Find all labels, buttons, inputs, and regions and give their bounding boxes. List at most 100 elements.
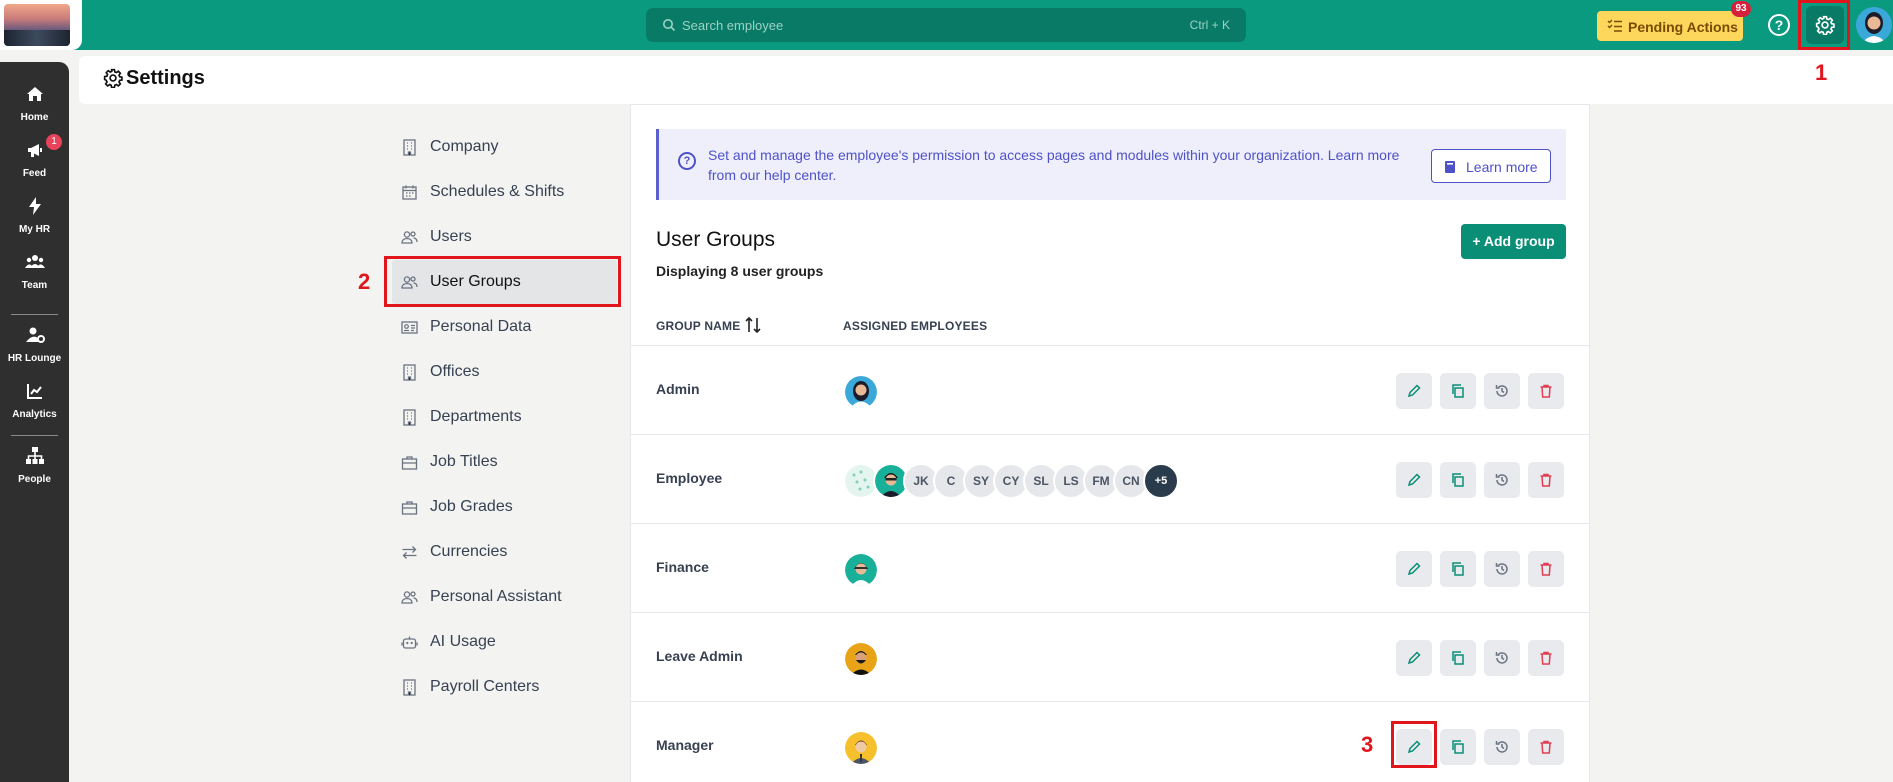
menu-item-personal-data[interactable]: Personal Data	[392, 305, 617, 349]
menu-item-job-titles[interactable]: Job Titles	[392, 440, 617, 484]
menu-item-company[interactable]: Company	[392, 125, 617, 169]
menu-item-label: Personal Assistant	[430, 588, 562, 605]
duplicate-button[interactable]	[1440, 640, 1476, 676]
history-button[interactable]	[1484, 373, 1520, 409]
edit-button[interactable]	[1396, 551, 1432, 587]
rail-item-hr-lounge[interactable]: HR Lounge	[0, 325, 69, 364]
rail-item-home[interactable]: Home	[0, 84, 69, 123]
id-card-icon	[401, 321, 418, 334]
avatar[interactable]	[843, 730, 879, 766]
edit-button[interactable]	[1396, 640, 1432, 676]
menu-item-users[interactable]: Users	[392, 215, 617, 259]
briefcase-icon	[401, 501, 418, 515]
table-row: Manager	[631, 701, 1589, 782]
menu-item-job-grades[interactable]: Job Grades	[392, 485, 617, 529]
history-button[interactable]	[1484, 551, 1520, 587]
help-icon[interactable]: ?	[1768, 14, 1790, 36]
menu-item-departments[interactable]: Departments	[392, 395, 617, 439]
rail-label: Team	[21, 280, 48, 291]
rail-item-my-hr[interactable]: My HR	[0, 196, 69, 235]
avatar[interactable]	[843, 374, 879, 410]
user-groups-panel: ? Set and manage the employee's permissi…	[630, 104, 1590, 782]
learn-more-button[interactable]: Learn more	[1431, 149, 1551, 183]
rail-label: Home	[20, 112, 49, 123]
rail-item-people[interactable]: People	[0, 446, 69, 485]
rail-item-feed[interactable]: Feed 1	[0, 134, 69, 179]
edit-button[interactable]	[1396, 462, 1432, 498]
menu-item-currencies[interactable]: Currencies	[392, 530, 617, 574]
calendar-icon	[402, 185, 417, 200]
duplicate-button[interactable]	[1440, 551, 1476, 587]
trash-icon	[1540, 740, 1552, 754]
search-placeholder: Search employee	[682, 18, 784, 33]
edit-button[interactable]	[1396, 373, 1432, 409]
group-count-text: Displaying 8 user groups	[656, 263, 824, 279]
column-header-group-name[interactable]: GROUP NAME	[656, 319, 740, 333]
delete-button[interactable]	[1528, 462, 1564, 498]
column-header-assigned: ASSIGNED EMPLOYEES	[843, 319, 988, 333]
avatar[interactable]	[843, 641, 879, 677]
annotation-number-1: 1	[1815, 60, 1828, 85]
users-icon	[401, 591, 418, 604]
rail-label: People	[18, 474, 51, 485]
sort-icon[interactable]	[744, 315, 762, 335]
menu-item-offices[interactable]: Offices	[392, 350, 617, 394]
menu-item-ai-usage[interactable]: AI Usage	[392, 620, 617, 664]
rail-item-analytics[interactable]: Analytics	[0, 381, 69, 420]
checklist-icon	[1607, 19, 1622, 32]
building-icon	[403, 679, 416, 696]
menu-item-label: Payroll Centers	[430, 678, 540, 695]
more-employees-badge[interactable]: +5	[1143, 463, 1179, 499]
menu-item-personal-assistant[interactable]: Personal Assistant	[392, 575, 617, 619]
team-icon	[24, 255, 45, 268]
menu-item-label: Departments	[430, 408, 522, 425]
history-button[interactable]	[1484, 640, 1520, 676]
copy-icon	[1452, 651, 1464, 665]
pending-actions-button[interactable]: Pending Actions	[1597, 11, 1743, 41]
menu-item-label: Currencies	[430, 543, 508, 560]
user-avatar[interactable]	[1856, 7, 1892, 43]
pencil-icon	[1407, 651, 1421, 665]
duplicate-button[interactable]	[1440, 729, 1476, 765]
annotation-box-3	[1391, 721, 1437, 768]
avatar[interactable]	[843, 552, 879, 588]
bolt-icon	[28, 197, 41, 215]
menu-item-label: Schedules & Shifts	[430, 183, 565, 200]
annotation-box-1	[1798, 0, 1850, 50]
group-name: Admin	[656, 381, 700, 397]
company-logo[interactable]	[0, 0, 82, 50]
table-row: Finance	[631, 523, 1589, 612]
gear-icon	[103, 68, 123, 88]
add-group-button[interactable]: + Add group	[1461, 224, 1566, 259]
delete-button[interactable]	[1528, 551, 1564, 587]
annotation-number-2: 2	[358, 269, 371, 294]
briefcase-icon	[401, 456, 418, 470]
trash-icon	[1540, 384, 1552, 398]
menu-item-label: Job Titles	[430, 453, 498, 470]
history-icon	[1495, 741, 1508, 753]
book-icon	[1445, 161, 1455, 173]
delete-button[interactable]	[1528, 373, 1564, 409]
rail-divider	[11, 314, 58, 315]
user-gear-icon	[25, 327, 45, 343]
group-name: Finance	[656, 559, 709, 575]
rail-item-team[interactable]: Team	[0, 252, 69, 291]
menu-item-schedules-shifts[interactable]: Schedules & Shifts	[392, 170, 617, 214]
history-button[interactable]	[1484, 729, 1520, 765]
duplicate-button[interactable]	[1440, 462, 1476, 498]
copy-icon	[1452, 562, 1464, 576]
info-banner: ? Set and manage the employee's permissi…	[656, 129, 1566, 200]
table-row: Employee JK C SY CY SL LS FM CN +5	[631, 434, 1589, 523]
table-row: Admin	[631, 345, 1589, 434]
table-row: Leave Admin	[631, 612, 1589, 701]
users-icon	[401, 231, 418, 244]
group-name: Manager	[656, 737, 714, 753]
history-button[interactable]	[1484, 462, 1520, 498]
duplicate-button[interactable]	[1440, 373, 1476, 409]
delete-button[interactable]	[1528, 640, 1564, 676]
menu-item-label: Company	[430, 138, 499, 155]
delete-button[interactable]	[1528, 729, 1564, 765]
history-icon	[1495, 474, 1508, 486]
search-input[interactable]: Search employee Ctrl + K	[646, 8, 1246, 42]
menu-item-payroll-centers[interactable]: Payroll Centers	[392, 665, 617, 709]
